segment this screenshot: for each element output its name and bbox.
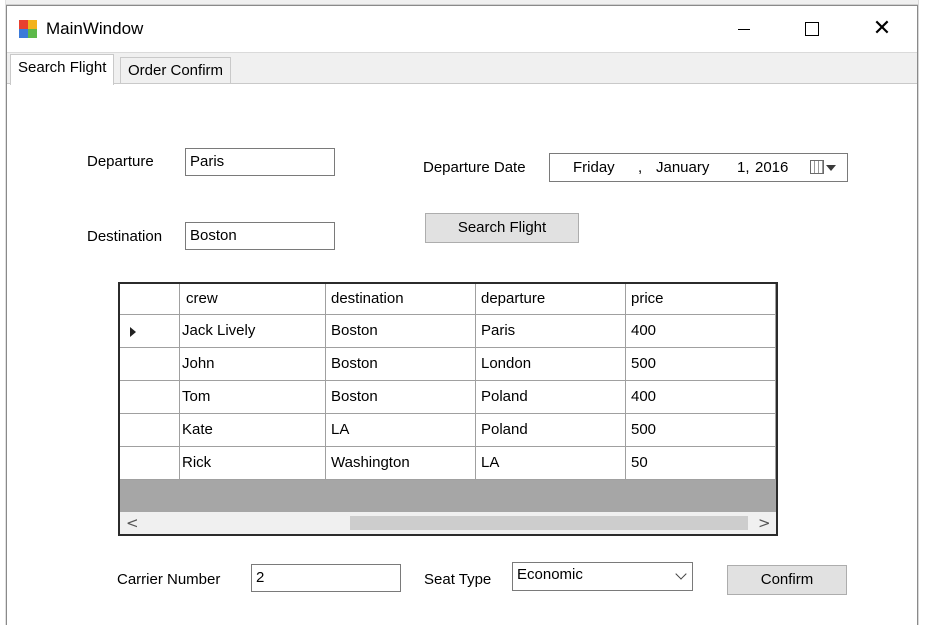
cell-destination[interactable]: Boston <box>326 348 476 381</box>
destination-input[interactable]: Boston <box>185 222 335 250</box>
seat-type-select[interactable]: Economic <box>512 562 693 591</box>
cell-crew[interactable]: Rick <box>180 447 326 480</box>
cell-crew[interactable]: Tom <box>180 381 326 414</box>
table-row[interactable]: Jack Lively Boston Paris 400 <box>120 315 776 348</box>
maximize-icon <box>805 22 819 36</box>
search-flight-button[interactable]: Search Flight <box>425 213 579 243</box>
date-month: January <box>656 159 710 176</box>
flights-data-grid[interactable]: crew destination departure price Jack Li… <box>118 282 778 536</box>
cell-destination[interactable]: Boston <box>326 381 476 414</box>
cell-price[interactable]: 50 <box>626 447 776 480</box>
column-header-destination[interactable]: destination <box>326 284 476 315</box>
row-header[interactable] <box>120 348 180 381</box>
current-row-icon <box>130 327 136 337</box>
destination-label: Destination <box>87 228 163 245</box>
cell-departure[interactable]: Paris <box>476 315 626 348</box>
cell-departure[interactable]: Poland <box>476 414 626 447</box>
date-separator: , <box>638 159 643 176</box>
cell-destination[interactable]: LA <box>326 414 476 447</box>
close-icon: ✕ <box>872 16 892 41</box>
search-flight-panel: Departure Paris Destination Boston Depar… <box>7 83 917 626</box>
chevron-down-icon <box>675 568 687 580</box>
departure-date-label: Departure Date <box>423 159 526 176</box>
background-app-right <box>918 0 926 625</box>
cell-crew[interactable]: John <box>180 348 326 381</box>
departure-input[interactable]: Paris <box>185 148 335 176</box>
chevron-down-icon <box>826 165 836 171</box>
row-header[interactable] <box>120 414 180 447</box>
cell-departure[interactable]: LA <box>476 447 626 480</box>
tab-order-confirm[interactable]: Order Confirm <box>120 57 232 85</box>
minimize-button[interactable] <box>721 6 767 52</box>
grid-corner-cell[interactable] <box>120 284 180 315</box>
grid-header-row: crew destination departure price <box>120 284 776 317</box>
horizontal-scrollbar[interactable]: < > <box>120 512 776 534</box>
app-icon <box>19 20 37 38</box>
cell-price[interactable]: 400 <box>626 315 776 348</box>
maximize-button[interactable] <box>789 6 835 52</box>
carrier-number-label: Carrier Number <box>117 571 221 588</box>
tab-strip: Search Flight Order Confirm <box>7 52 917 85</box>
column-header-price[interactable]: price <box>626 284 776 315</box>
seat-type-value: Economic <box>517 566 583 583</box>
cell-price[interactable]: 500 <box>626 414 776 447</box>
cell-crew[interactable]: Jack Lively <box>180 315 326 348</box>
tab-search-flight[interactable]: Search Flight <box>10 54 115 85</box>
confirm-button[interactable]: Confirm <box>727 565 847 595</box>
close-button[interactable]: ✕ <box>859 6 905 52</box>
carrier-number-input[interactable]: 2 <box>251 564 401 592</box>
row-header[interactable] <box>120 447 180 480</box>
date-day: 1, <box>737 159 750 176</box>
column-header-departure[interactable]: departure <box>476 284 626 315</box>
table-row[interactable]: Tom Boston Poland 400 <box>120 381 776 414</box>
table-row[interactable]: John Boston London 500 <box>120 348 776 381</box>
date-year: 2016 <box>755 159 789 176</box>
cell-departure[interactable]: Poland <box>476 381 626 414</box>
minimize-icon <box>738 28 750 30</box>
date-weekday: Friday <box>573 159 615 176</box>
scrollbar-thumb[interactable] <box>350 516 748 530</box>
seat-type-label: Seat Type <box>424 571 492 588</box>
table-row[interactable]: Kate LA Poland 500 <box>120 414 776 447</box>
row-header[interactable] <box>120 315 180 348</box>
column-header-crew[interactable]: crew <box>180 284 326 315</box>
cell-price[interactable]: 500 <box>626 348 776 381</box>
main-window: MainWindow ✕ Search Flight Order Confirm… <box>6 5 918 626</box>
title-bar[interactable]: MainWindow ✕ <box>7 6 917 52</box>
table-row[interactable]: Rick Washington LA 50 <box>120 447 776 480</box>
calendar-icon <box>810 160 824 174</box>
cell-destination[interactable]: Washington <box>326 447 476 480</box>
cell-departure[interactable]: London <box>476 348 626 381</box>
cell-crew[interactable]: Kate <box>180 414 326 447</box>
departure-label: Departure <box>87 153 154 170</box>
departure-date-picker[interactable]: Friday , January 1, 2016 <box>549 153 848 182</box>
scroll-left-icon[interactable]: < <box>126 514 139 532</box>
scroll-right-icon[interactable]: > <box>758 514 771 532</box>
window-title: MainWindow <box>46 19 144 38</box>
cell-destination[interactable]: Boston <box>326 315 476 348</box>
cell-price[interactable]: 400 <box>626 381 776 414</box>
row-header[interactable] <box>120 381 180 414</box>
